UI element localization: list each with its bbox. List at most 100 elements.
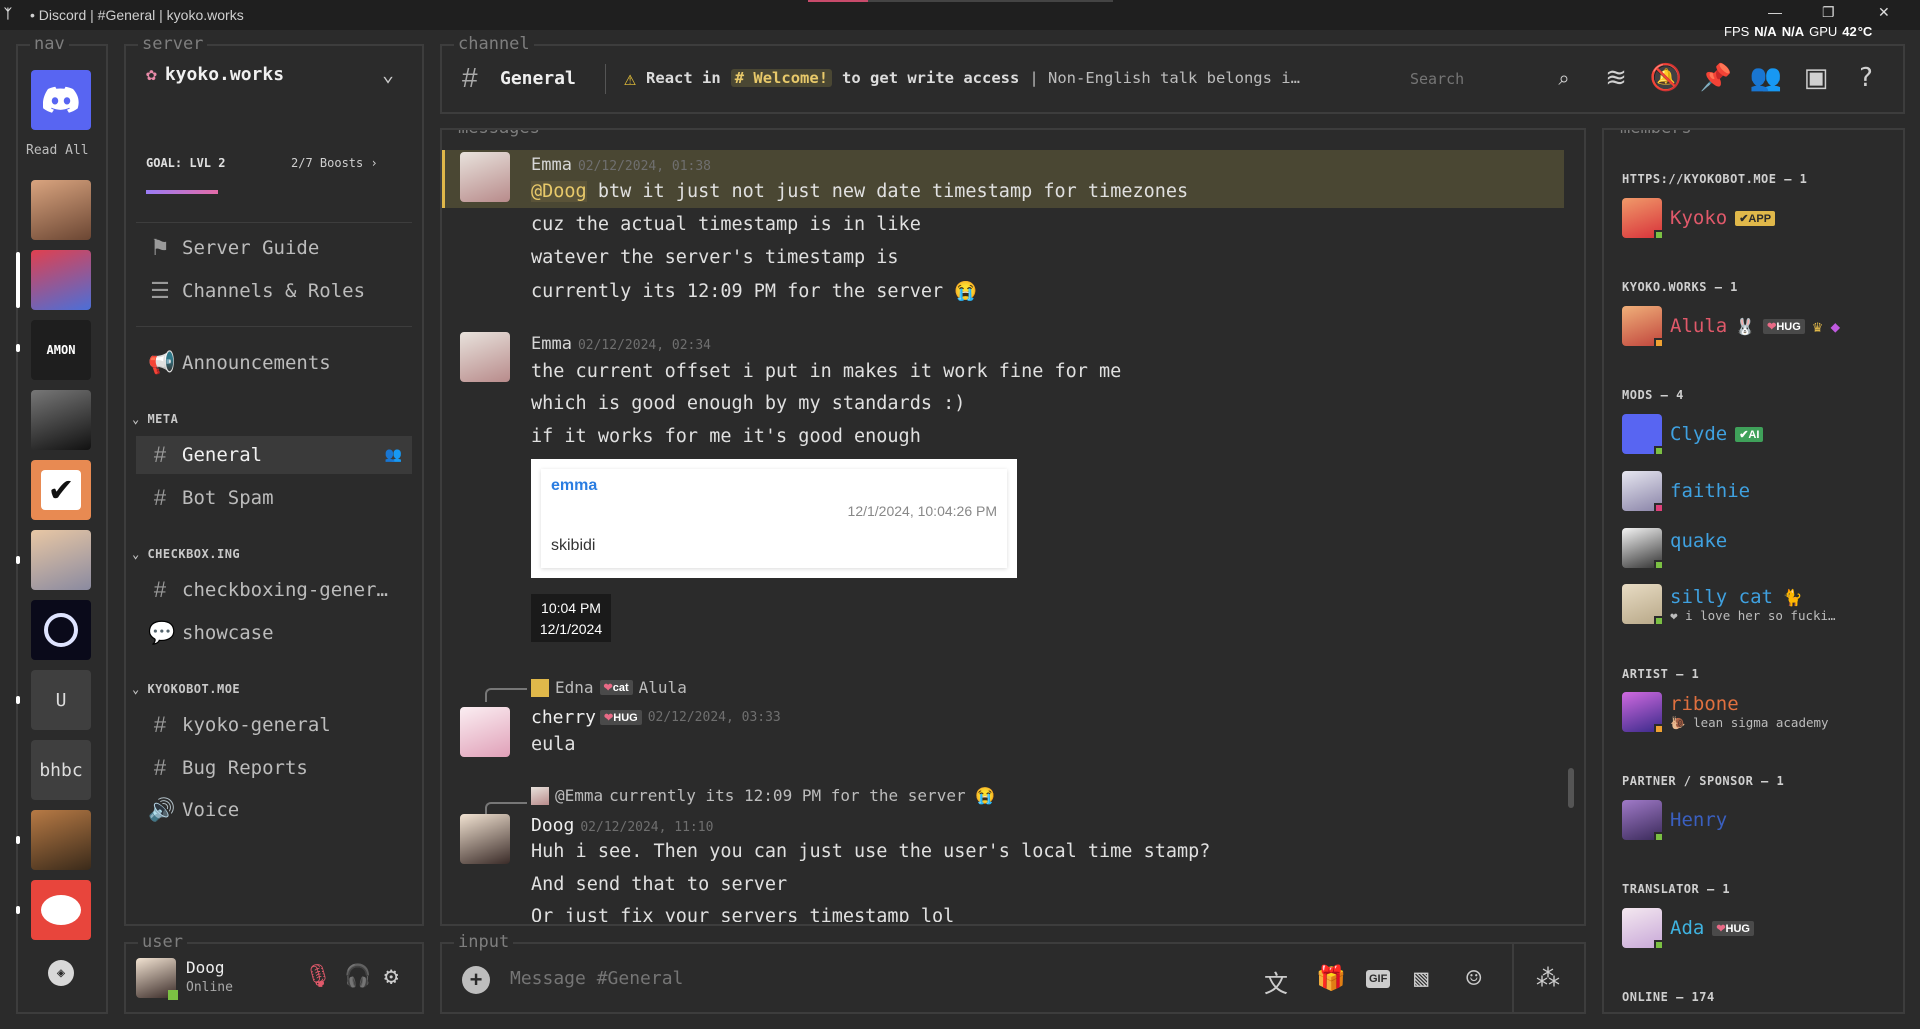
server-header[interactable]: ✿ kyoko.works bbox=[146, 64, 284, 85]
close-icon[interactable]: ✕ bbox=[1878, 4, 1890, 21]
sticker-icon[interactable]: ▧ bbox=[1414, 964, 1428, 992]
avatar[interactable] bbox=[460, 707, 510, 757]
help-icon[interactable]: ? bbox=[1850, 62, 1882, 94]
channel-kyoko-general[interactable]: # kyoko-general bbox=[136, 706, 412, 744]
translate-icon[interactable]: 文 bbox=[1264, 964, 1288, 999]
channel-topic: ⚠ React in # Welcome! to get write acces… bbox=[624, 66, 1300, 90]
member-group-title: KYOKO.WORKS — 1 bbox=[1622, 280, 1738, 294]
add-attachment-icon[interactable]: + bbox=[462, 966, 490, 994]
server-name: kyoko.works bbox=[164, 64, 285, 85]
member-ribone[interactable]: ribone 🐌 lean sigma academy bbox=[1622, 692, 1829, 734]
server-icon-u[interactable]: U bbox=[31, 670, 91, 730]
member-clyde[interactable]: Clyde ✔AI bbox=[1622, 414, 1764, 456]
server-icon[interactable] bbox=[31, 180, 91, 240]
member-ada[interactable]: Ada ❤HUG bbox=[1622, 908, 1754, 950]
unread-indicator bbox=[16, 836, 20, 844]
avatar[interactable] bbox=[460, 332, 510, 382]
embed-time: 12/1/2024, 10:04:26 PM bbox=[847, 503, 997, 519]
message-text: currently its 12:09 PM for the server 😭 bbox=[531, 281, 978, 302]
maximize-icon[interactable]: ❐ bbox=[1822, 4, 1835, 21]
members-icon[interactable]: 👥 bbox=[1750, 62, 1782, 94]
unread-indicator bbox=[16, 696, 20, 704]
member-kyoko[interactable]: Kyoko ✔APP bbox=[1622, 198, 1776, 240]
message-input[interactable] bbox=[504, 962, 1244, 994]
embed-text: skibidi bbox=[551, 537, 596, 554]
channel-announcements[interactable]: 📢 Announcements bbox=[136, 344, 412, 382]
message-text: which is good enough by my standards :) bbox=[531, 393, 966, 414]
server-icon-ring[interactable] bbox=[31, 600, 91, 660]
category-checkbox[interactable]: ⌄ CHECKBOX.ING bbox=[132, 547, 240, 561]
channel-showcase[interactable]: 💬 showcase bbox=[136, 614, 412, 652]
avatar[interactable] bbox=[460, 814, 510, 864]
reply-preview[interactable]: Edna ❤cat Alula bbox=[531, 678, 687, 697]
author-name[interactable]: Doog bbox=[531, 815, 574, 836]
headphones-icon[interactable]: 🎧 bbox=[344, 964, 371, 989]
boosts-link[interactable]: 2/7 Boosts › bbox=[291, 156, 378, 170]
member-henry[interactable]: Henry bbox=[1622, 800, 1727, 842]
channel-bug-reports[interactable]: # Bug Reports bbox=[136, 749, 412, 787]
panel-label: members bbox=[1616, 130, 1696, 138]
server-badge-icon: ✿ bbox=[146, 64, 157, 85]
hash-icon: # bbox=[153, 485, 167, 510]
minimize-icon[interactable]: — bbox=[1768, 4, 1782, 20]
member-alula[interactable]: Alula 🐰 ❤HUG ♛ ◆ bbox=[1622, 306, 1840, 348]
category-meta[interactable]: ⌄ META bbox=[132, 412, 178, 426]
channels-roles-link[interactable]: ☰ Channels & Roles bbox=[136, 272, 412, 310]
author-name[interactable]: Emma bbox=[531, 334, 572, 354]
panel-label: input bbox=[454, 932, 514, 952]
server-icon-bhbc[interactable]: bhbc bbox=[31, 740, 91, 800]
signpost-icon: ⚑ bbox=[150, 235, 170, 260]
emoji-icon[interactable]: ☺ bbox=[1466, 964, 1482, 994]
mic-muted-icon[interactable]: 🎙 bbox=[304, 964, 332, 989]
clock-image[interactable]: 10:04 PM 12/1/2024 bbox=[531, 594, 611, 642]
channel-mention[interactable]: # Welcome! bbox=[730, 69, 833, 87]
server-guide-link[interactable]: ⚑ Server Guide bbox=[136, 229, 412, 267]
add-member-icon[interactable]: 👥 bbox=[385, 447, 402, 463]
avatar[interactable] bbox=[136, 958, 178, 1000]
server-icon-checkbox[interactable]: ✔ bbox=[31, 460, 91, 520]
gift-icon[interactable]: 🎁 bbox=[1316, 964, 1346, 992]
inbox-icon[interactable]: ▣ bbox=[1800, 62, 1832, 94]
gif-icon[interactable]: GIF bbox=[1366, 970, 1391, 988]
server-icon-kyoko[interactable] bbox=[31, 250, 91, 310]
author-name[interactable]: cherry bbox=[531, 707, 596, 728]
message-text: eula bbox=[531, 734, 576, 755]
discover-icon[interactable]: ◈ bbox=[48, 960, 74, 986]
channel-checkboxing-general[interactable]: # checkboxing-gener… bbox=[136, 571, 412, 609]
server-icon[interactable] bbox=[31, 390, 91, 450]
member-quake[interactable]: quake bbox=[1622, 528, 1727, 570]
online-status bbox=[1654, 616, 1664, 626]
selected-indicator bbox=[16, 252, 20, 308]
member-group-title: TRANSLATOR — 1 bbox=[1622, 882, 1731, 896]
bell-muted-icon[interactable]: 🔕 bbox=[1650, 62, 1682, 94]
pin-icon[interactable]: 📌 bbox=[1700, 62, 1732, 94]
online-status bbox=[1654, 560, 1664, 570]
chevron-down-icon[interactable]: ⌄ bbox=[382, 62, 394, 86]
avatar[interactable] bbox=[460, 152, 510, 202]
panel-label: user bbox=[138, 932, 187, 952]
server-icon-reddit[interactable] bbox=[31, 880, 91, 940]
server-icon[interactable] bbox=[31, 810, 91, 870]
image-attachment[interactable]: emma 12/1/2024, 10:04:26 PM skibidi bbox=[531, 459, 1017, 578]
timestamp: 02/12/2024, 11:10 bbox=[580, 820, 714, 835]
boost-progress bbox=[146, 190, 218, 194]
channel-bot-spam[interactable]: # Bot Spam bbox=[136, 479, 412, 517]
server-icon[interactable] bbox=[31, 530, 91, 590]
apps-icon[interactable]: ⁂ bbox=[1536, 964, 1560, 992]
scrollbar-thumb[interactable] bbox=[1568, 768, 1574, 808]
threads-icon[interactable]: ≋ bbox=[1600, 62, 1632, 94]
user-mention[interactable]: @Doog bbox=[531, 181, 587, 202]
message-text: Or just fix your servers timestamp lol bbox=[531, 906, 955, 922]
discord-home-icon[interactable] bbox=[31, 70, 91, 130]
member-silly-cat[interactable]: silly cat 🐈 ❤ i love her so fucki… bbox=[1622, 584, 1836, 626]
author-name[interactable]: Emma bbox=[531, 155, 572, 175]
read-all-button[interactable]: Read All bbox=[26, 143, 89, 158]
search-icon[interactable]: ⌕ bbox=[1548, 62, 1580, 94]
reply-preview[interactable]: @Emma currently its 12:09 PM for the ser… bbox=[531, 786, 995, 805]
channel-voice[interactable]: 🔊 Voice bbox=[136, 791, 412, 829]
gear-icon[interactable]: ⚙ bbox=[384, 962, 398, 990]
category-kyokobot[interactable]: ⌄ KYOKOBOT.MOE bbox=[132, 682, 240, 696]
channel-general[interactable]: # General 👥 bbox=[136, 436, 412, 474]
server-icon-amon[interactable]: AMON bbox=[31, 320, 91, 380]
member-faithie[interactable]: faithie bbox=[1622, 471, 1750, 513]
